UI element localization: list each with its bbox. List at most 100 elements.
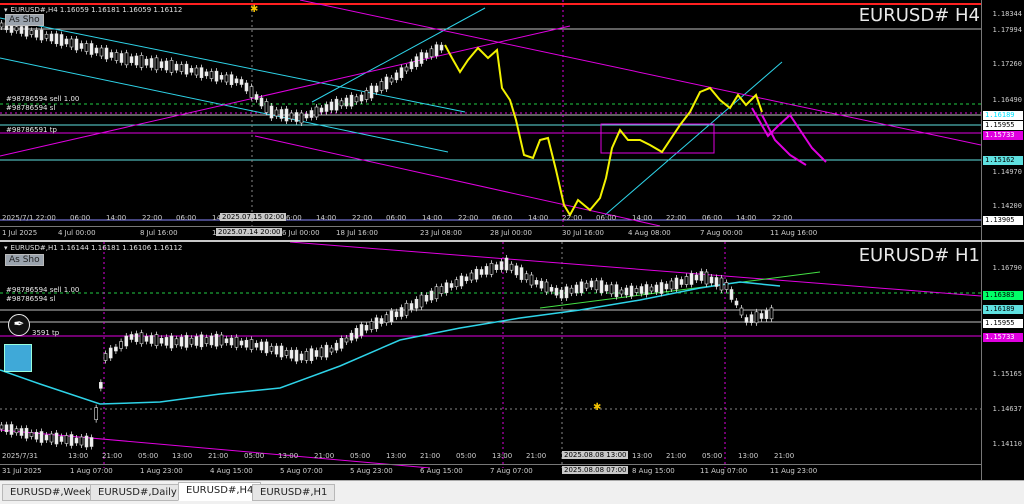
candle-body	[369, 321, 374, 330]
h1-price-label: 1.15165	[992, 370, 1022, 378]
candle-body	[274, 345, 279, 355]
h4-symbol-info: ▾ EURUSD#,H4 1.16059 1.16181 1.16059 1.16…	[4, 6, 183, 14]
h1-order-tp-label[interactable]: 3591 tp	[32, 329, 59, 337]
candle-body	[219, 334, 224, 346]
candle-body	[414, 56, 419, 67]
h4-order-sl-label[interactable]: #98786594 sl	[6, 104, 55, 112]
candle-body	[299, 112, 304, 124]
candle-body	[699, 271, 704, 281]
candle-body	[569, 287, 574, 294]
h4-price-tag: 1.15162	[983, 156, 1023, 165]
candle-body	[554, 287, 559, 296]
h4-chart-canvas[interactable]: ✱	[0, 0, 981, 226]
candle-body	[604, 284, 609, 292]
candle-body	[114, 346, 118, 352]
candle-body	[319, 347, 324, 358]
h4-price-axis[interactable]: 1.18344 1.17994 1.17260 1.16490 1.14970 …	[981, 0, 1024, 240]
candle-body	[399, 307, 404, 317]
candle-body	[244, 82, 249, 92]
tab-daily[interactable]: EURUSD#,Daily	[90, 484, 185, 501]
candle-body	[594, 280, 599, 291]
tab-h1[interactable]: EURUSD#,H1	[252, 484, 336, 501]
candle-body	[239, 79, 244, 85]
candle-body	[694, 274, 699, 281]
candle-body	[0, 22, 4, 28]
candle-body	[459, 275, 464, 287]
h1-time-axis[interactable]: 31 Jul 2025 1 Aug 07:00 1 Aug 23:00 4 Au…	[0, 464, 981, 478]
candle-body	[314, 106, 319, 118]
h4-price-label: 1.14200	[992, 202, 1022, 210]
candle-body	[164, 60, 169, 71]
candle-body	[424, 52, 429, 59]
candle-body	[359, 324, 364, 336]
candle-body	[69, 434, 74, 446]
candle-body	[79, 43, 84, 49]
h1-order-sl-label[interactable]: #98786594 sl	[6, 295, 55, 303]
pen-tool-icon[interactable]: ✒	[8, 314, 30, 336]
candle-body	[744, 317, 749, 323]
candle-body	[664, 283, 669, 290]
candle-body	[434, 44, 439, 57]
candle-body	[309, 348, 314, 361]
candle-body	[274, 109, 279, 117]
h4-order-sell-label[interactable]: #98786594 sell 1.00	[6, 95, 79, 103]
candle-body	[524, 273, 529, 281]
candle-body	[754, 311, 759, 324]
candle-body	[49, 433, 54, 443]
chart-pane-h4[interactable]: ✱ ▾ EURUSD#,H4 1.16059 1.16181 1.16059 1.…	[0, 0, 1024, 240]
h1-time-highlight: 2025.08.08 13:00	[562, 451, 629, 459]
h4-time-axis[interactable]: 1 Jul 2025 4 Jul 00:00 8 Jul 16:00 1 202…	[0, 226, 981, 240]
candle-body	[124, 52, 129, 66]
candle-body	[279, 109, 284, 119]
candle-body	[384, 76, 389, 90]
candle-body	[364, 90, 369, 100]
candle-body	[564, 286, 569, 299]
candle-body	[729, 289, 734, 300]
candle-body	[209, 71, 214, 79]
candle-body	[14, 26, 19, 32]
candle-body	[389, 77, 394, 83]
candle-body	[424, 294, 429, 302]
candle-body	[214, 70, 219, 82]
h1-candles	[0, 255, 774, 450]
candle-body	[174, 338, 179, 346]
candle-body	[19, 26, 24, 34]
h1-as-show-button[interactable]: As Sho	[5, 254, 44, 266]
candle-body	[319, 107, 324, 113]
h4-order-tp-label[interactable]: #98786591 tp	[6, 126, 57, 134]
candle-body	[344, 337, 349, 343]
candle-body	[409, 61, 414, 70]
candle-body	[219, 75, 224, 80]
candle-body	[359, 94, 364, 102]
candle-body	[294, 112, 299, 122]
candle-body	[739, 307, 744, 316]
candle-body	[24, 427, 29, 439]
h1-price-label: 1.14110	[992, 440, 1022, 448]
candle-body	[369, 85, 374, 99]
tab-h4[interactable]: EURUSD#,H4	[178, 482, 262, 501]
candle-body	[149, 58, 154, 68]
candle-body	[199, 67, 204, 78]
candle-body	[234, 78, 239, 84]
candle-body	[99, 47, 104, 57]
indicator-tool-icon[interactable]	[4, 344, 32, 372]
candle-body	[124, 335, 129, 347]
candle-body	[289, 112, 294, 120]
candle-body	[434, 286, 439, 300]
candle-body	[234, 336, 239, 348]
h1-chart-canvas[interactable]: ✱	[0, 242, 981, 468]
chart-pane-h1[interactable]: ✱ ▾ EURUSD#,H1 1.16144 1.16181 1.16106 1.…	[0, 242, 1024, 480]
candle-body	[149, 335, 154, 344]
candle-body	[164, 337, 169, 346]
h4-as-show-button[interactable]: As Sho	[5, 14, 44, 26]
candle-body	[284, 108, 289, 122]
candle-body	[79, 436, 84, 446]
candle-body	[44, 434, 49, 441]
h1-order-sell-label[interactable]: #98786594 sell 1.00	[6, 286, 79, 294]
candle-body	[349, 332, 354, 341]
candle-body	[404, 302, 409, 316]
candle-body	[204, 337, 209, 344]
candle-body	[549, 287, 554, 292]
h1-price-axis[interactable]: 1.16790 1.15165 1.14637 1.14110 1.16383 …	[981, 242, 1024, 480]
candle-body	[749, 314, 754, 323]
